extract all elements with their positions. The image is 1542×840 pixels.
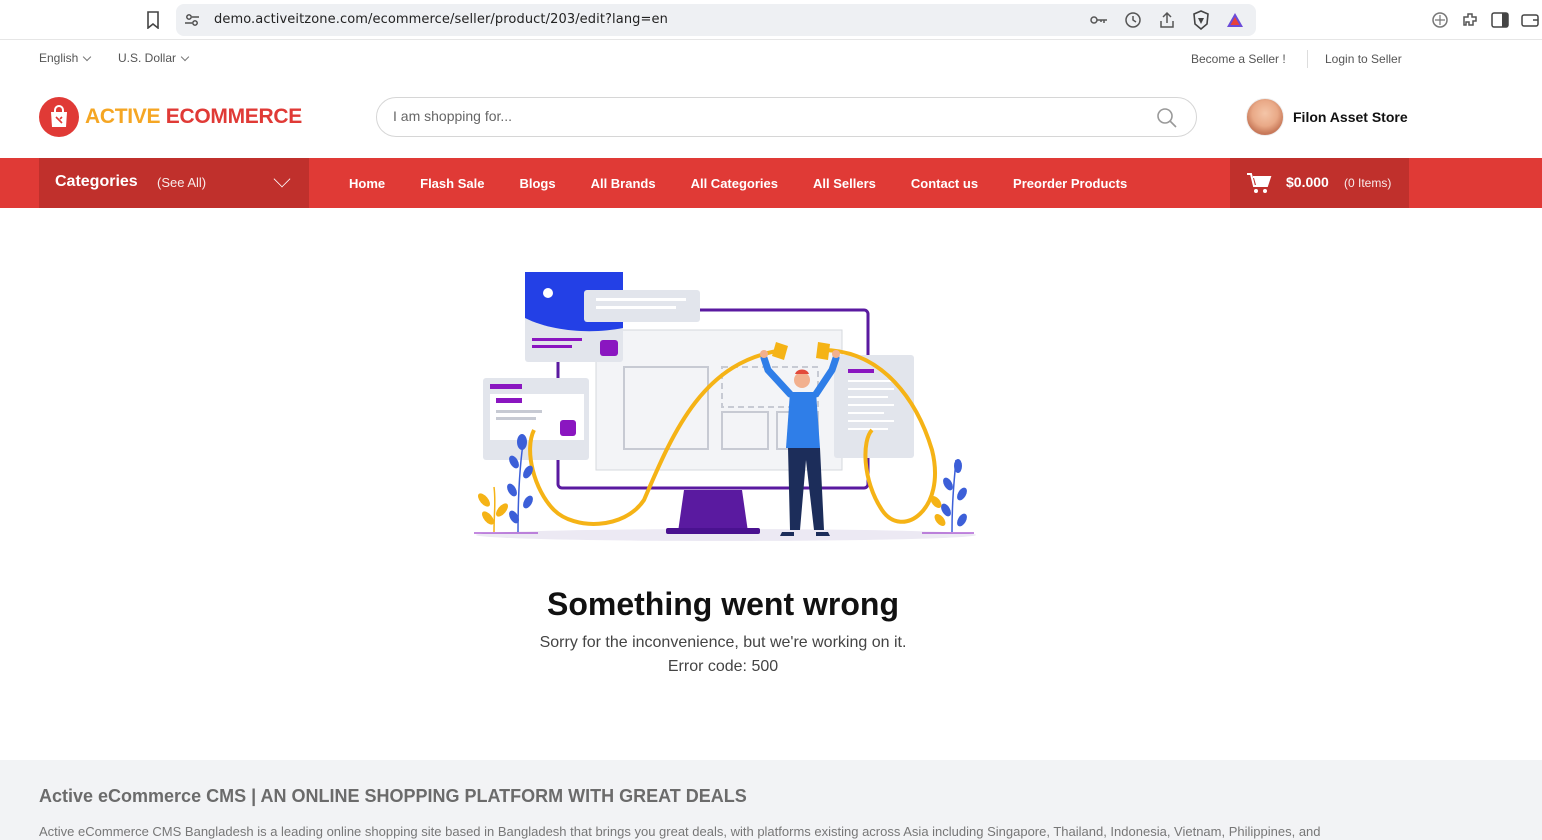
footer-title: Active eCommerce CMS | AN ONLINE SHOPPIN…: [39, 786, 747, 806]
search-icon[interactable]: [1156, 107, 1178, 134]
chevron-down-icon: [273, 170, 291, 188]
chevron-down-icon: [83, 52, 92, 62]
logo-text-ecommerce: ECOMMERCE: [165, 105, 302, 128]
extensions-icon[interactable]: [1460, 10, 1480, 30]
share-icon[interactable]: [1156, 10, 1178, 30]
currency-selector[interactable]: U.S. Dollar: [118, 51, 190, 65]
nav-link-blogs[interactable]: Blogs: [519, 176, 555, 191]
divider: [1307, 50, 1308, 68]
wallet-icon[interactable]: [1520, 10, 1540, 30]
store-name: Filon Asset Store: [1293, 109, 1408, 125]
categories-dropdown[interactable]: Categories (See All): [39, 158, 309, 208]
history-icon[interactable]: [1122, 10, 1144, 30]
top-bar: English U.S. Dollar Become a Seller ! Lo…: [0, 41, 1542, 77]
address-bar[interactable]: demo.activeitzone.com/ecommerce/seller/p…: [176, 4, 1256, 36]
browser-toolbar: demo.activeitzone.com/ecommerce/seller/p…: [0, 0, 1542, 40]
shopping-bag-icon: [39, 97, 79, 137]
categories-label: Categories: [55, 173, 138, 190]
search-box[interactable]: [376, 97, 1197, 137]
logo-text-active: ACTIVE: [85, 105, 161, 128]
main-nav: Categories (See All) Home Flash Sale Blo…: [0, 158, 1542, 208]
error-title: Something went wrong: [547, 586, 899, 622]
vpn-icon[interactable]: [1430, 10, 1450, 30]
key-icon[interactable]: [1088, 10, 1110, 30]
brave-shield-icon[interactable]: [1190, 10, 1212, 30]
language-selector[interactable]: English: [39, 51, 92, 65]
nav-link-preorder-products[interactable]: Preorder Products: [1013, 176, 1127, 191]
bookmark-icon[interactable]: [142, 9, 164, 31]
nav-link-all-brands[interactable]: All Brands: [591, 176, 656, 191]
become-seller-link[interactable]: Become a Seller !: [1191, 52, 1286, 66]
nav-link-all-categories[interactable]: All Categories: [691, 176, 778, 191]
nav-link-home[interactable]: Home: [349, 176, 385, 191]
error-message: Sorry for the inconvenience, but we're w…: [539, 634, 907, 651]
sidebar-icon[interactable]: [1490, 10, 1510, 30]
login-seller-link[interactable]: Login to Seller: [1325, 52, 1402, 66]
cart-icon: [1246, 172, 1272, 199]
nav-link-contact-us[interactable]: Contact us: [911, 176, 978, 191]
store-profile[interactable]: Filon Asset Store: [1246, 98, 1408, 136]
cart-button[interactable]: $0.000 (0 Items): [1230, 158, 1409, 208]
footer-description: Active eCommerce CMS Bangladesh is a lea…: [39, 824, 1321, 839]
error-code: Error code: 500: [667, 658, 779, 675]
nav-link-all-sellers[interactable]: All Sellers: [813, 176, 876, 191]
search-input[interactable]: [393, 108, 1133, 124]
see-all-label: (See All): [157, 175, 207, 190]
nav-link-flash-sale[interactable]: Flash Sale: [420, 176, 484, 191]
cart-total: $0.000: [1286, 174, 1329, 190]
site-settings-icon[interactable]: [184, 12, 200, 28]
site-logo[interactable]: ACTIVE ECOMMERCE: [39, 97, 302, 137]
currency-label: U.S. Dollar: [118, 51, 177, 65]
cart-item-count: (0 Items): [1344, 176, 1392, 190]
avatar: [1246, 98, 1284, 136]
site-header: ACTIVE ECOMMERCE Filon Asset Store: [0, 77, 1542, 158]
language-label: English: [39, 51, 79, 65]
brave-rewards-icon[interactable]: [1224, 10, 1246, 30]
footer-about: Active eCommerce CMS | AN ONLINE SHOPPIN…: [0, 760, 1542, 840]
url-text[interactable]: demo.activeitzone.com/ecommerce/seller/p…: [214, 12, 668, 27]
chevron-down-icon: [180, 52, 190, 62]
error-illustration: [474, 272, 976, 541]
